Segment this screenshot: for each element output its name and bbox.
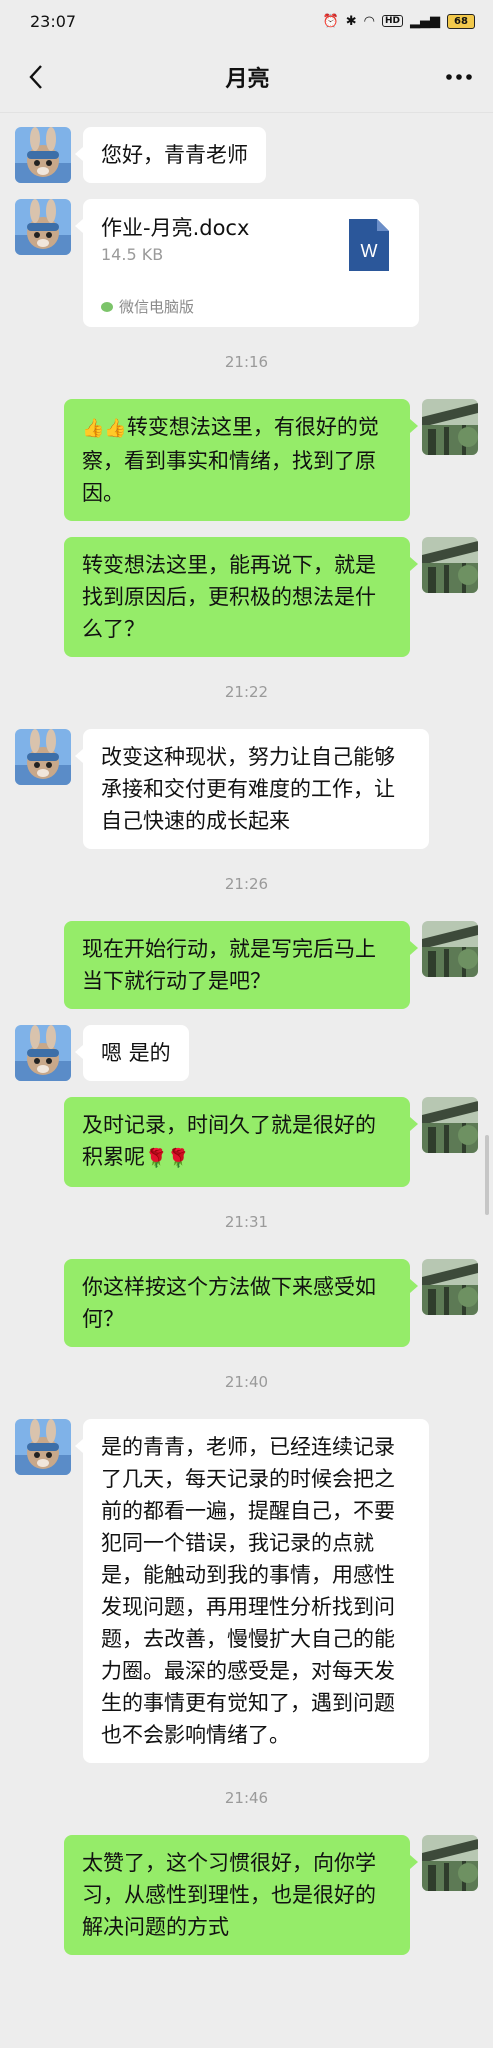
signal-icon: ▂▄▆ — [410, 13, 440, 29]
message-row: 是的青青，老师，已经连续记录了几天，每天记录的时候会把之前的都看一遍，提醒自己，… — [0, 1419, 493, 1763]
rose-emoji: 🌹🌹 — [145, 1148, 190, 1169]
message-bubble[interactable]: 嗯 是的 — [75, 1025, 189, 1081]
message-row: 👍👍转变想法这里，有很好的觉察，看到事实和情绪，找到了原因。 — [0, 399, 493, 521]
message-row: 现在开始行动，就是写完后马上当下就行动了是吧？ — [0, 921, 493, 1009]
avatar[interactable] — [422, 1097, 478, 1153]
status-time: 23:07 — [30, 11, 77, 31]
avatar[interactable] — [15, 199, 71, 255]
wifi-icon: ◠ — [363, 13, 375, 29]
avatar[interactable] — [15, 729, 71, 785]
message-text: 及时记录，时间久了就是很好的积累呢 — [82, 1113, 376, 1169]
message-row: 转变想法这里，能再说下，就是找到原因后，更积极的想法是什么了？ — [0, 537, 493, 657]
file-source-label: 微信电脑版 — [119, 298, 195, 316]
chat-messages[interactable]: 您好，青青老师 作业-月亮.docx 14.5 KB W 微信电脑版 21:16… — [0, 113, 493, 1955]
timestamp: 21:26 — [224, 875, 269, 893]
status-icons: ⏰ ✱ ◠ HD ▂▄▆ 68 — [322, 13, 475, 29]
word-file-icon: W — [349, 219, 389, 275]
avatar[interactable] — [422, 399, 478, 455]
chat-header: 月亮 — [0, 42, 493, 113]
hd-icon: HD — [381, 15, 403, 27]
bluetooth-icon: ✱ — [345, 13, 357, 29]
alarm-icon: ⏰ — [322, 13, 339, 29]
status-bar: 23:07 ⏰ ✱ ◠ HD ▂▄▆ 68 — [0, 0, 493, 42]
message-row: 嗯 是的 — [0, 1025, 493, 1081]
message-bubble[interactable]: 您好，青青老师 — [75, 127, 266, 183]
message-bubble[interactable]: 转变想法这里，能再说下，就是找到原因后，更积极的想法是什么了？ — [64, 537, 418, 657]
message-row: 你这样按这个方法做下来感受如何？ — [0, 1259, 493, 1347]
timestamp: 21:16 — [224, 353, 269, 371]
message-row: 您好，青青老师 — [0, 127, 493, 183]
battery-icon: 68 — [447, 13, 475, 29]
chat-title: 月亮 — [225, 67, 270, 92]
avatar[interactable] — [422, 921, 478, 977]
avatar[interactable] — [422, 1835, 478, 1891]
file-message-row: 作业-月亮.docx 14.5 KB W 微信电脑版 — [0, 199, 493, 327]
message-row: 及时记录，时间久了就是很好的积累呢🌹🌹 — [0, 1097, 493, 1187]
message-bubble[interactable]: 现在开始行动，就是写完后马上当下就行动了是吧？ — [64, 921, 418, 1009]
timestamp: 21:31 — [224, 1213, 269, 1231]
scrollbar[interactable] — [485, 1135, 489, 1215]
avatar[interactable] — [422, 1259, 478, 1315]
message-bubble[interactable]: 👍👍转变想法这里，有很好的觉察，看到事实和情绪，找到了原因。 — [64, 399, 418, 521]
file-card[interactable]: 作业-月亮.docx 14.5 KB W 微信电脑版 — [75, 199, 419, 327]
wechat-icon — [101, 301, 113, 312]
battery-level: 68 — [454, 15, 468, 27]
avatar[interactable] — [15, 1419, 71, 1475]
word-icon-letter: W — [361, 241, 378, 261]
message-bubble[interactable]: 改变这种现状，努力让自己能够承接和交付更有难度的工作，让自己快速的成长起来 — [75, 729, 429, 849]
message-bubble[interactable]: 是的青青，老师，已经连续记录了几天，每天记录的时候会把之前的都看一遍，提醒自己，… — [75, 1419, 429, 1763]
message-bubble[interactable]: 太赞了，这个习惯很好，向你学习，从感性到理性，也是很好的解决问题的方式 — [64, 1835, 418, 1955]
timestamp: 21:22 — [224, 683, 269, 701]
file-source: 微信电脑版 — [101, 296, 194, 317]
timestamp: 21:40 — [224, 1373, 269, 1391]
message-row: 改变这种现状，努力让自己能够承接和交付更有难度的工作，让自己快速的成长起来 — [0, 729, 493, 849]
message-row: 太赞了，这个习惯很好，向你学习，从感性到理性，也是很好的解决问题的方式 — [0, 1835, 493, 1955]
avatar[interactable] — [15, 1025, 71, 1081]
more-icon[interactable] — [443, 61, 475, 93]
message-bubble[interactable]: 你这样按这个方法做下来感受如何？ — [64, 1259, 418, 1347]
thumbs-up-emoji: 👍👍 — [82, 418, 127, 439]
timestamp: 21:46 — [224, 1789, 269, 1807]
avatar[interactable] — [422, 537, 478, 593]
message-text: 转变想法这里，有很好的觉察，看到事实和情绪，找到了原因。 — [82, 415, 379, 505]
message-bubble[interactable]: 及时记录，时间久了就是很好的积累呢🌹🌹 — [64, 1097, 418, 1187]
back-icon[interactable] — [20, 61, 52, 93]
avatar[interactable] — [15, 127, 71, 183]
